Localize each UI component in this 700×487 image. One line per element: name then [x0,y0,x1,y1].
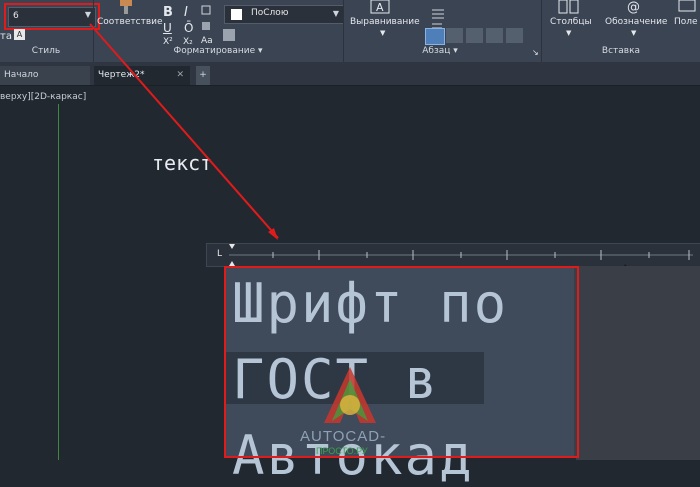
annotation-arrow [89,23,279,240]
